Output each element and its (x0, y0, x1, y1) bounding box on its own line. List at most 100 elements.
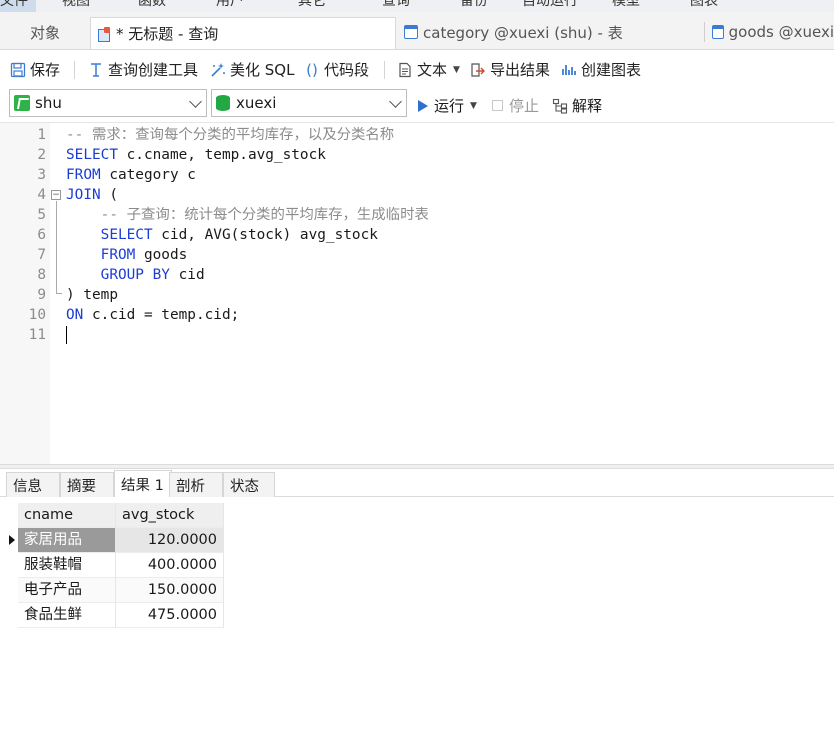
sql-keyword: SELECT (66, 227, 153, 243)
sql-comment: -- 子查询：统计每个分类的平均库存，生成临时表 (66, 207, 429, 223)
stop-button[interactable]: 停止 (492, 95, 539, 116)
line-number: 5 (37, 207, 46, 223)
tab-info[interactable]: 信息 (6, 472, 60, 497)
explain-button[interactable]: 解释 (552, 95, 602, 116)
sql-text: c.cid = temp.cid; (83, 307, 240, 323)
database-icon (216, 95, 230, 111)
code-text: GROUP BY cid (66, 265, 205, 285)
sql-text: ) temp (66, 287, 118, 303)
query-builder-label: 查询创建工具 (108, 61, 199, 79)
menu-item-file[interactable]: 文件 (0, 0, 36, 12)
cell-cname[interactable]: 服装鞋帽 (18, 553, 116, 578)
run-label: 运行 (434, 97, 465, 115)
menu-item-function[interactable]: 函数 (138, 0, 166, 10)
tab-goods-label: goods @xuexi (728, 23, 834, 41)
code-text: FROM category c (66, 165, 196, 185)
result-tabs: 信息 摘要 结果 1 剖析 状态 (0, 469, 834, 497)
query-builder-button[interactable]: 查询创建工具 (88, 59, 198, 80)
tab-result-1[interactable]: 结果 1 (114, 470, 172, 497)
chevron-down-icon (189, 95, 202, 108)
row-indicator (6, 578, 18, 603)
cell-cname[interactable]: 食品生鲜 (18, 603, 116, 628)
sql-keyword: JOIN (66, 187, 101, 203)
tab-profile-label: 剖析 (176, 478, 205, 495)
connection-icon (14, 95, 30, 111)
cell-cname[interactable]: 电子产品 (18, 578, 116, 603)
fold-guide-end (56, 293, 62, 294)
cell-avg-stock[interactable]: 120.0000 (116, 528, 224, 553)
sql-keyword: SELECT (66, 147, 118, 163)
sql-keyword: FROM (66, 167, 101, 183)
sql-editor[interactable]: 1 -- 需求：查询每个分类的平均库存，以及分类名称 2 SELECT c.cname… (0, 122, 834, 464)
fold-toggle-icon[interactable]: − (51, 190, 61, 200)
create-chart-button[interactable]: 创建图表 (561, 59, 641, 80)
code-snippet-button[interactable]: () 代码段 (304, 59, 369, 80)
text-cursor (66, 326, 67, 344)
play-icon (418, 99, 428, 112)
connection-bar: shu xuexi 运行 ▼ 停止 解释 (0, 87, 834, 121)
line-number: 9 (37, 287, 46, 303)
cell-cname[interactable]: 家居用品 (18, 528, 116, 553)
menu-item-chart[interactable]: 图表 (690, 0, 718, 10)
menu-item-model[interactable]: 模型 (612, 0, 640, 10)
tab-info-label: 信息 (13, 478, 42, 495)
fold-guide (56, 201, 57, 293)
code-text: SELECT c.cname, temp.avg_stock (66, 145, 326, 165)
menu-item-user[interactable]: 用户 (216, 0, 244, 10)
cell-avg-stock[interactable]: 400.0000 (116, 553, 224, 578)
tab-goods-table[interactable]: goods @xuexi (710, 18, 834, 46)
chart-label: 创建图表 (581, 61, 642, 79)
menu-item-query[interactable]: 查询 (382, 0, 410, 10)
export-results-button[interactable]: 导出结果 (470, 59, 550, 80)
save-icon (10, 62, 26, 78)
tab-summary[interactable]: 摘要 (60, 472, 114, 497)
query-builder-icon (88, 62, 104, 78)
menu-item-other[interactable]: 其它 (298, 0, 326, 10)
cell-avg-stock[interactable]: 150.0000 (116, 578, 224, 603)
chevron-down-icon: ▼ (470, 100, 477, 111)
tab-category-table[interactable]: category @xuexi (shu) - 表 (402, 18, 698, 46)
chart-icon (561, 62, 577, 78)
menu-item-automation[interactable]: 自动运行 (522, 0, 578, 10)
toolbar-divider (384, 61, 385, 79)
tab-status[interactable]: 状态 (223, 472, 275, 497)
database-select[interactable]: xuexi (211, 89, 407, 117)
current-row-indicator-icon (6, 528, 18, 553)
beautify-sql-button[interactable]: 美化 SQL (210, 59, 294, 80)
line-number: 11 (28, 327, 46, 343)
sql-text: cid (169, 267, 205, 283)
tab-objects[interactable]: 对象 (0, 18, 90, 46)
cell-avg-stock[interactable]: 475.0000 (116, 603, 224, 628)
code-text: SELECT cid, AVG(stock) avg_stock (66, 225, 378, 245)
column-header-avg-stock[interactable]: avg_stock (116, 503, 224, 528)
tab-profile[interactable]: 剖析 (169, 472, 223, 497)
tab-status-label: 状态 (230, 478, 259, 495)
menu-item-view[interactable]: 视图 (62, 0, 90, 10)
text-mode-dropdown[interactable]: 文本 ▼ (397, 59, 460, 80)
column-header-cname[interactable]: cname (18, 503, 116, 528)
chevron-down-icon (389, 95, 402, 108)
row-indicator (6, 553, 18, 578)
snippet-label: 代码段 (324, 61, 370, 79)
sql-keyword: FROM (66, 247, 136, 263)
tab-query[interactable]: * 无标题 - 查询 (90, 17, 396, 49)
database-value: xuexi (236, 94, 277, 112)
beautify-label: 美化 SQL (230, 61, 295, 79)
save-label: 保存 (30, 61, 61, 79)
sql-text: cid, AVG(stock) avg_stock (152, 227, 378, 243)
code-text: FROM goods (66, 245, 188, 265)
sql-keyword: GROUP BY (66, 267, 170, 283)
export-label: 导出结果 (490, 61, 551, 79)
run-button[interactable]: 运行 ▼ (418, 95, 477, 116)
sql-text: c.cname, temp.avg_stock (117, 147, 326, 163)
sql-keyword: ON (66, 307, 84, 323)
stop-icon (492, 100, 503, 111)
line-number: 1 (37, 127, 46, 143)
save-button[interactable]: 保存 (10, 59, 60, 80)
menu-item-backup[interactable]: 备份 (460, 0, 488, 10)
beautify-icon (210, 62, 226, 78)
line-number: 10 (28, 307, 46, 323)
connection-value: shu (35, 94, 62, 112)
sql-text: goods (135, 247, 188, 263)
connection-select[interactable]: shu (9, 89, 207, 117)
